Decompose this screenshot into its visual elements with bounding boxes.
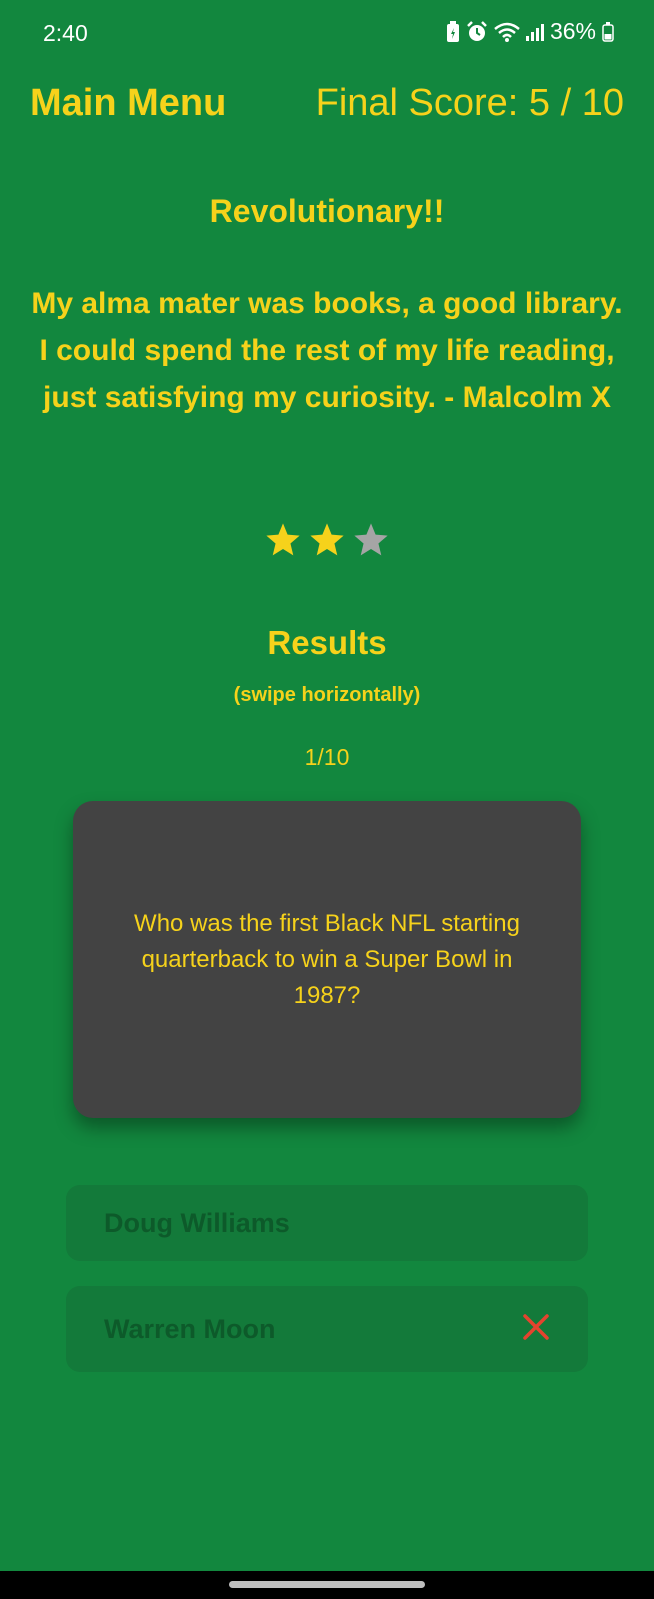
system-navigation-bar: [0, 1571, 654, 1599]
status-time: 2:40: [43, 20, 88, 46]
status-bar: 2:40 36%: [0, 0, 654, 70]
star-rating: [0, 521, 654, 559]
battery-icon: [602, 21, 614, 42]
page-indicator: 1/10: [304, 744, 350, 770]
final-score: Final Score: 5 / 10: [315, 82, 624, 124]
alarm-icon: [466, 20, 488, 43]
status-icons: 36%: [446, 18, 614, 45]
battery-percent: 36%: [549, 18, 596, 44]
close-icon: [522, 1313, 550, 1346]
result-quote: My alma mater was books, a good library.…: [31, 287, 623, 414]
answer-option[interactable]: Warren Moon: [66, 1286, 588, 1372]
home-handle[interactable]: [229, 1581, 425, 1588]
swipe-hint: (swipe horizontally): [233, 684, 421, 706]
star-filled-icon: [266, 523, 300, 556]
question-text: Who was the first Black NFL starting qua…: [134, 909, 520, 1009]
wifi-icon: [494, 22, 520, 42]
star-filled-icon: [310, 523, 344, 556]
result-verdict: Revolutionary!!: [209, 193, 445, 229]
question-card[interactable]: Who was the first Black NFL starting qua…: [73, 801, 581, 1118]
battery-saver-icon: [446, 20, 460, 43]
answer-label: Doug Williams: [104, 1207, 290, 1238]
star-empty-icon: [354, 523, 388, 556]
answer-option[interactable]: Doug Williams: [66, 1185, 588, 1261]
answer-label: Warren Moon: [104, 1313, 276, 1344]
main-menu-button[interactable]: Main Menu: [30, 82, 226, 125]
header: Main Menu Final Score: 5 / 10: [0, 82, 654, 132]
results-title: Results: [267, 624, 387, 661]
signal-icon: [525, 23, 544, 41]
